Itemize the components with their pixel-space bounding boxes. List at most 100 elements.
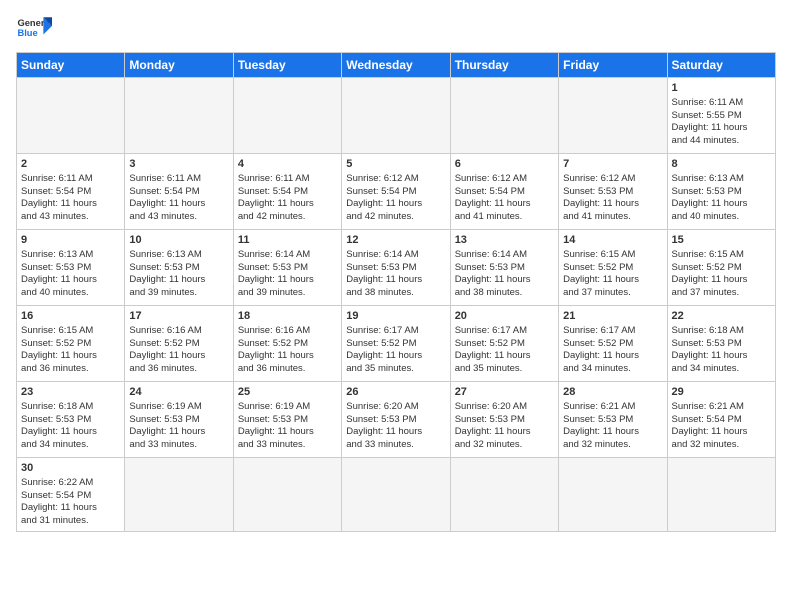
day-info: Daylight: 11 hours (21, 274, 120, 287)
calendar-cell: 12Sunrise: 6:14 AMSunset: 5:53 PMDayligh… (342, 230, 450, 306)
day-info: Sunset: 5:53 PM (455, 262, 554, 275)
day-info: Daylight: 11 hours (21, 426, 120, 439)
day-info: and 43 minutes. (21, 211, 120, 224)
day-header-sunday: Sunday (17, 53, 125, 78)
day-info: Sunset: 5:52 PM (129, 338, 228, 351)
day-number: 16 (21, 309, 120, 324)
day-number: 28 (563, 385, 662, 400)
day-info: Daylight: 11 hours (672, 274, 771, 287)
calendar-cell: 30Sunrise: 6:22 AMSunset: 5:54 PMDayligh… (17, 458, 125, 532)
week-row-4: 23Sunrise: 6:18 AMSunset: 5:53 PMDayligh… (17, 382, 776, 458)
day-number: 21 (563, 309, 662, 324)
day-info: and 33 minutes. (346, 439, 445, 452)
day-info: Sunrise: 6:21 AM (563, 401, 662, 414)
calendar-cell: 11Sunrise: 6:14 AMSunset: 5:53 PMDayligh… (233, 230, 341, 306)
day-info: and 32 minutes. (672, 439, 771, 452)
day-number: 23 (21, 385, 120, 400)
day-info: Sunrise: 6:13 AM (21, 249, 120, 262)
calendar-cell (342, 78, 450, 154)
page: General Blue SundayMondayTuesdayWednesda… (0, 0, 792, 542)
day-info: Daylight: 11 hours (672, 198, 771, 211)
calendar-cell: 23Sunrise: 6:18 AMSunset: 5:53 PMDayligh… (17, 382, 125, 458)
calendar-cell: 4Sunrise: 6:11 AMSunset: 5:54 PMDaylight… (233, 154, 341, 230)
calendar-cell: 9Sunrise: 6:13 AMSunset: 5:53 PMDaylight… (17, 230, 125, 306)
day-number: 10 (129, 233, 228, 248)
day-info: and 38 minutes. (346, 287, 445, 300)
day-info: Sunset: 5:53 PM (346, 414, 445, 427)
day-info: Sunrise: 6:16 AM (129, 325, 228, 338)
calendar-cell (17, 78, 125, 154)
day-info: Sunrise: 6:12 AM (563, 173, 662, 186)
day-info: Sunset: 5:52 PM (346, 338, 445, 351)
day-info: and 41 minutes. (563, 211, 662, 224)
week-row-2: 9Sunrise: 6:13 AMSunset: 5:53 PMDaylight… (17, 230, 776, 306)
day-header-monday: Monday (125, 53, 233, 78)
day-info: Sunrise: 6:14 AM (455, 249, 554, 262)
day-info: Daylight: 11 hours (238, 350, 337, 363)
calendar-cell: 2Sunrise: 6:11 AMSunset: 5:54 PMDaylight… (17, 154, 125, 230)
calendar-cell: 21Sunrise: 6:17 AMSunset: 5:52 PMDayligh… (559, 306, 667, 382)
calendar-cell: 28Sunrise: 6:21 AMSunset: 5:53 PMDayligh… (559, 382, 667, 458)
day-info: and 37 minutes. (672, 287, 771, 300)
day-number: 17 (129, 309, 228, 324)
day-info: Sunrise: 6:21 AM (672, 401, 771, 414)
day-info: Sunrise: 6:18 AM (672, 325, 771, 338)
header-row: SundayMondayTuesdayWednesdayThursdayFrid… (17, 53, 776, 78)
calendar-cell: 24Sunrise: 6:19 AMSunset: 5:53 PMDayligh… (125, 382, 233, 458)
day-info: Sunrise: 6:17 AM (455, 325, 554, 338)
day-number: 24 (129, 385, 228, 400)
day-info: and 37 minutes. (563, 287, 662, 300)
day-info: and 34 minutes. (21, 439, 120, 452)
day-info: Daylight: 11 hours (238, 274, 337, 287)
day-info: Sunset: 5:54 PM (129, 186, 228, 199)
day-info: Daylight: 11 hours (21, 198, 120, 211)
day-info: and 36 minutes. (238, 363, 337, 376)
calendar-cell: 27Sunrise: 6:20 AMSunset: 5:53 PMDayligh… (450, 382, 558, 458)
day-info: Sunrise: 6:12 AM (346, 173, 445, 186)
day-info: Sunset: 5:52 PM (563, 262, 662, 275)
day-info: Daylight: 11 hours (346, 198, 445, 211)
calendar: SundayMondayTuesdayWednesdayThursdayFrid… (16, 52, 776, 532)
day-number: 25 (238, 385, 337, 400)
day-info: Sunrise: 6:17 AM (346, 325, 445, 338)
day-number: 12 (346, 233, 445, 248)
calendar-cell: 20Sunrise: 6:17 AMSunset: 5:52 PMDayligh… (450, 306, 558, 382)
logo: General Blue (16, 10, 52, 46)
day-info: and 39 minutes. (238, 287, 337, 300)
calendar-cell (559, 458, 667, 532)
day-info: Daylight: 11 hours (455, 274, 554, 287)
svg-text:Blue: Blue (17, 28, 37, 38)
calendar-cell (233, 78, 341, 154)
day-number: 7 (563, 157, 662, 172)
day-info: and 35 minutes. (346, 363, 445, 376)
calendar-cell: 14Sunrise: 6:15 AMSunset: 5:52 PMDayligh… (559, 230, 667, 306)
day-number: 20 (455, 309, 554, 324)
day-number: 3 (129, 157, 228, 172)
day-info: and 34 minutes. (563, 363, 662, 376)
day-info: Sunrise: 6:11 AM (21, 173, 120, 186)
day-info: Sunrise: 6:13 AM (672, 173, 771, 186)
calendar-cell: 7Sunrise: 6:12 AMSunset: 5:53 PMDaylight… (559, 154, 667, 230)
day-info: Daylight: 11 hours (672, 122, 771, 135)
day-info: and 43 minutes. (129, 211, 228, 224)
day-info: Sunset: 5:54 PM (238, 186, 337, 199)
day-info: Sunrise: 6:19 AM (129, 401, 228, 414)
calendar-cell: 6Sunrise: 6:12 AMSunset: 5:54 PMDaylight… (450, 154, 558, 230)
day-info: Daylight: 11 hours (455, 350, 554, 363)
day-info: Daylight: 11 hours (563, 426, 662, 439)
calendar-cell (667, 458, 775, 532)
day-info: Daylight: 11 hours (129, 426, 228, 439)
day-number: 5 (346, 157, 445, 172)
calendar-cell: 10Sunrise: 6:13 AMSunset: 5:53 PMDayligh… (125, 230, 233, 306)
day-info: and 32 minutes. (563, 439, 662, 452)
calendar-cell: 8Sunrise: 6:13 AMSunset: 5:53 PMDaylight… (667, 154, 775, 230)
day-info: and 42 minutes. (346, 211, 445, 224)
day-info: and 32 minutes. (455, 439, 554, 452)
day-info: and 36 minutes. (21, 363, 120, 376)
day-info: Daylight: 11 hours (455, 198, 554, 211)
calendar-cell: 17Sunrise: 6:16 AMSunset: 5:52 PMDayligh… (125, 306, 233, 382)
day-info: Sunrise: 6:15 AM (21, 325, 120, 338)
day-info: Sunrise: 6:19 AM (238, 401, 337, 414)
day-number: 15 (672, 233, 771, 248)
day-info: Sunrise: 6:11 AM (129, 173, 228, 186)
